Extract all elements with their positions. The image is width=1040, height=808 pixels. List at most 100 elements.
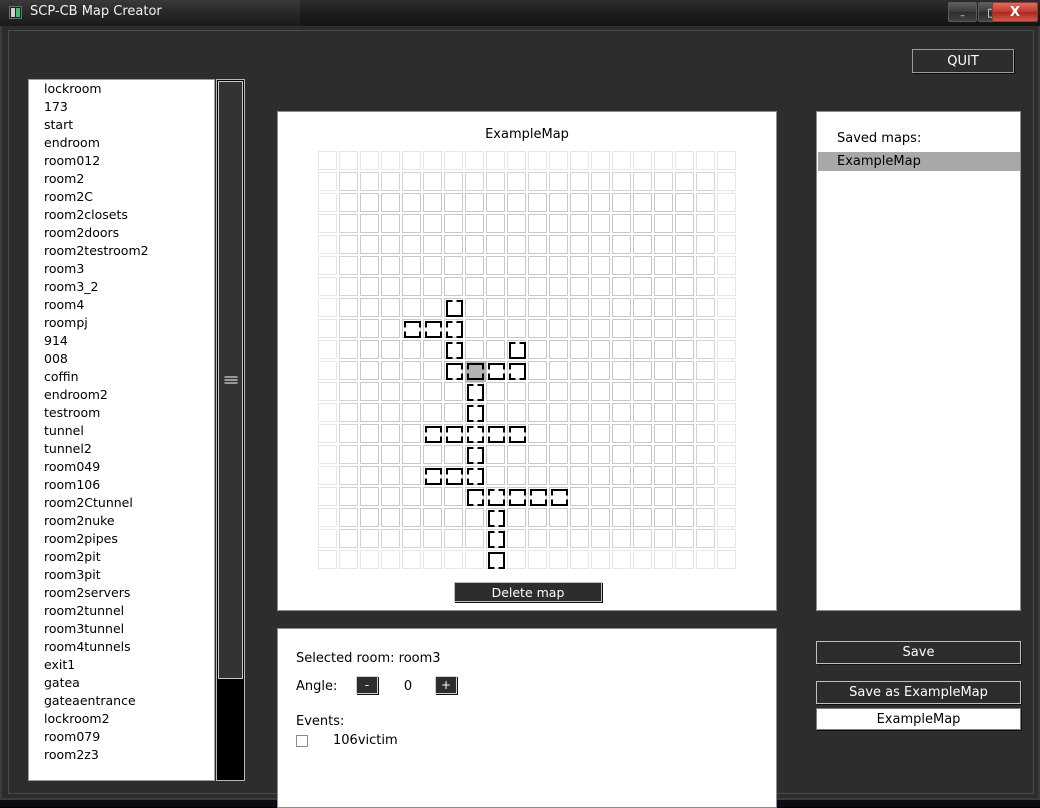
map-grid-cell[interactable] xyxy=(486,445,505,464)
map-grid-cell[interactable] xyxy=(717,214,736,233)
map-room[interactable] xyxy=(465,487,486,508)
map-grid-cell[interactable] xyxy=(549,235,568,254)
angle-decrease-button[interactable]: - xyxy=(356,676,378,694)
map-grid-cell[interactable] xyxy=(360,319,379,338)
map-grid-cell[interactable] xyxy=(444,193,463,212)
map-grid-cell[interactable] xyxy=(444,403,463,422)
map-grid-cell[interactable] xyxy=(717,529,736,548)
map-grid-cell[interactable] xyxy=(528,361,547,380)
map-grid-cell[interactable] xyxy=(633,277,652,296)
map-room[interactable] xyxy=(486,550,507,571)
map-grid-cell[interactable] xyxy=(717,277,736,296)
map-room[interactable] xyxy=(465,361,486,382)
map-grid-cell[interactable] xyxy=(696,256,715,275)
map-grid-cell[interactable] xyxy=(318,361,337,380)
map-grid-cell[interactable] xyxy=(528,529,547,548)
map-grid-cell[interactable] xyxy=(612,235,631,254)
map-grid-cell[interactable] xyxy=(360,298,379,317)
map-grid-cell[interactable] xyxy=(675,403,694,422)
map-grid-cell[interactable] xyxy=(591,529,610,548)
map-grid-cell[interactable] xyxy=(612,193,631,212)
map-grid-cell[interactable] xyxy=(717,508,736,527)
map-grid-cell[interactable] xyxy=(423,235,442,254)
map-grid-cell[interactable] xyxy=(339,403,358,422)
room-list-item[interactable]: tunnel xyxy=(29,422,214,440)
map-grid-cell[interactable] xyxy=(717,235,736,254)
map-grid-cell[interactable] xyxy=(612,466,631,485)
map-room[interactable] xyxy=(465,466,486,487)
map-grid-cell[interactable] xyxy=(318,172,337,191)
map-grid-cell[interactable] xyxy=(360,445,379,464)
map-grid-cell[interactable] xyxy=(675,298,694,317)
map-grid-cell[interactable] xyxy=(591,382,610,401)
map-grid-cell[interactable] xyxy=(612,361,631,380)
map-grid-cell[interactable] xyxy=(486,151,505,170)
map-grid-cell[interactable] xyxy=(570,487,589,506)
map-grid-cell[interactable] xyxy=(570,508,589,527)
map-grid-cell[interactable] xyxy=(318,319,337,338)
map-grid-cell[interactable] xyxy=(570,235,589,254)
map-grid-cell[interactable] xyxy=(549,214,568,233)
map-grid-cell[interactable] xyxy=(402,424,421,443)
map-grid-cell[interactable] xyxy=(612,298,631,317)
room-list-item[interactable]: room3tunnel xyxy=(29,620,214,638)
map-grid-cell[interactable] xyxy=(696,277,715,296)
map-grid-cell[interactable] xyxy=(444,445,463,464)
map-grid-cell[interactable] xyxy=(402,550,421,569)
map-grid-cell[interactable] xyxy=(591,277,610,296)
map-grid-cell[interactable] xyxy=(423,214,442,233)
map-grid-cell[interactable] xyxy=(633,550,652,569)
map-grid-cell[interactable] xyxy=(318,151,337,170)
map-grid-cell[interactable] xyxy=(507,550,526,569)
room-list-item[interactable]: tunnel2 xyxy=(29,440,214,458)
map-grid-cell[interactable] xyxy=(591,235,610,254)
map-grid-cell[interactable] xyxy=(633,235,652,254)
map-grid-cell[interactable] xyxy=(633,256,652,275)
map-grid-cell[interactable] xyxy=(465,172,484,191)
map-grid-cell[interactable] xyxy=(486,466,505,485)
map-grid-cell[interactable] xyxy=(612,403,631,422)
map-grid-cell[interactable] xyxy=(381,382,400,401)
map-grid-cell[interactable] xyxy=(675,256,694,275)
room-list-item[interactable]: room106 xyxy=(29,476,214,494)
map-grid-cell[interactable] xyxy=(591,508,610,527)
room-list-item[interactable]: endroom xyxy=(29,134,214,152)
map-grid-cell[interactable] xyxy=(570,340,589,359)
map-grid-cell[interactable] xyxy=(570,277,589,296)
map-grid-cell[interactable] xyxy=(507,529,526,548)
map-grid-cell[interactable] xyxy=(675,487,694,506)
map-room[interactable] xyxy=(444,340,465,361)
map-grid-cell[interactable] xyxy=(507,319,526,338)
map-grid-cell[interactable] xyxy=(570,445,589,464)
room-list-item[interactable]: 008 xyxy=(29,350,214,368)
map-grid-cell[interactable] xyxy=(423,256,442,275)
map-grid-cell[interactable] xyxy=(360,424,379,443)
map-grid-cell[interactable] xyxy=(402,151,421,170)
map-grid-cell[interactable] xyxy=(654,340,673,359)
event-checkbox[interactable] xyxy=(296,734,308,747)
map-grid-cell[interactable] xyxy=(570,382,589,401)
map-grid-cell[interactable] xyxy=(591,340,610,359)
map-grid-cell[interactable] xyxy=(570,466,589,485)
map-grid-cell[interactable] xyxy=(654,508,673,527)
map-grid-cell[interactable] xyxy=(591,172,610,191)
map-grid-cell[interactable] xyxy=(696,445,715,464)
map-grid-cell[interactable] xyxy=(549,193,568,212)
map-grid-cell[interactable] xyxy=(675,193,694,212)
map-grid-cell[interactable] xyxy=(696,403,715,422)
map-room[interactable] xyxy=(402,319,423,340)
map-grid-cell[interactable] xyxy=(402,403,421,422)
map-grid-cell[interactable] xyxy=(570,151,589,170)
map-grid-cell[interactable] xyxy=(633,340,652,359)
map-grid-cell[interactable] xyxy=(360,256,379,275)
map-grid-cell[interactable] xyxy=(381,361,400,380)
map-grid-cell[interactable] xyxy=(633,172,652,191)
map-grid-cell[interactable] xyxy=(696,487,715,506)
map-grid-cell[interactable] xyxy=(654,424,673,443)
map-grid-cell[interactable] xyxy=(675,361,694,380)
map-grid-cell[interactable] xyxy=(654,361,673,380)
map-grid-cell[interactable] xyxy=(507,445,526,464)
map-grid-cell[interactable] xyxy=(423,403,442,422)
map-grid-cell[interactable] xyxy=(528,172,547,191)
map-grid-cell[interactable] xyxy=(717,550,736,569)
